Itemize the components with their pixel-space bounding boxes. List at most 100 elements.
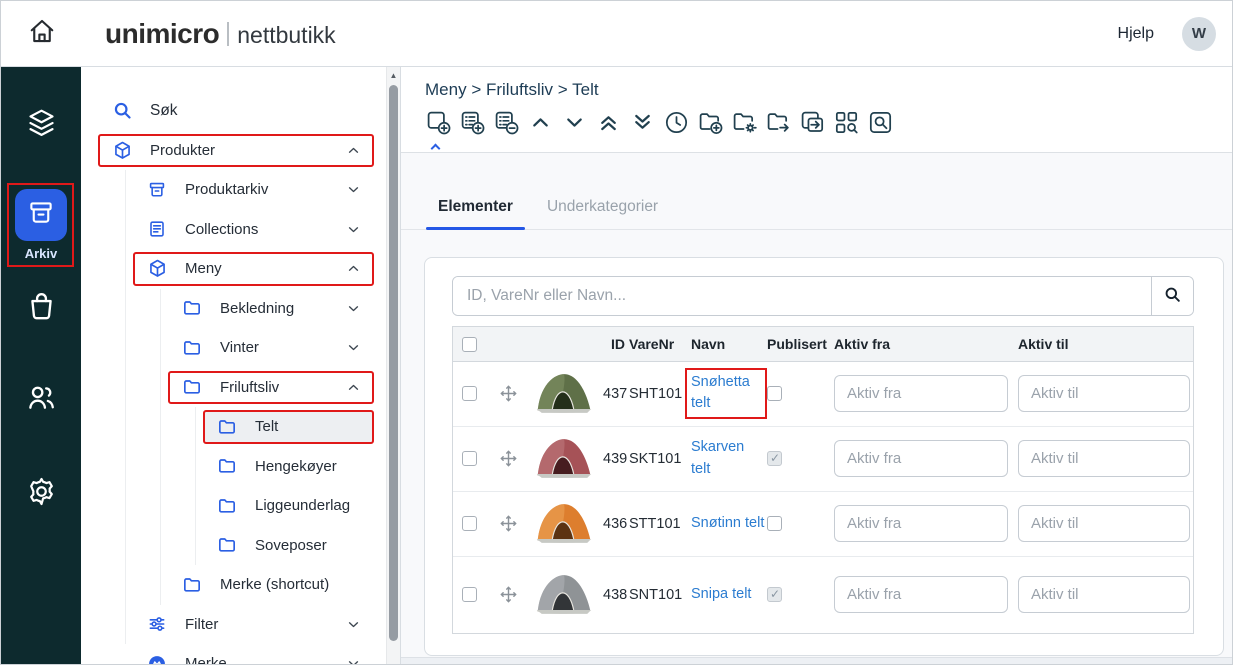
rail-item-arkiv[interactable]: Arkiv bbox=[1, 183, 81, 267]
aktiv-til-input[interactable] bbox=[1018, 375, 1190, 412]
side-rail: Arkiv bbox=[1, 67, 81, 664]
remove-list-item-button[interactable] bbox=[492, 111, 520, 139]
tree-item-meny[interactable]: Meny bbox=[81, 249, 400, 289]
chevron-up-icon[interactable] bbox=[345, 260, 362, 277]
row-checkbox[interactable] bbox=[462, 451, 477, 466]
row-checkbox[interactable] bbox=[462, 386, 477, 401]
logo: unimicro nettbutikk bbox=[105, 18, 336, 50]
move-up-button[interactable] bbox=[526, 111, 554, 139]
brand-icon bbox=[146, 654, 168, 664]
product-link[interactable]: Snøtinn telt bbox=[691, 515, 764, 531]
breadcrumb-item[interactable]: Friluftsliv bbox=[486, 80, 553, 99]
tabs-bar: Elementer Underkategorier bbox=[401, 153, 1232, 230]
publisert-checkbox[interactable] bbox=[767, 451, 782, 466]
folder-icon bbox=[216, 456, 238, 476]
home-button[interactable] bbox=[25, 17, 59, 51]
rail-item-layers[interactable] bbox=[1, 106, 81, 144]
publisert-checkbox[interactable] bbox=[767, 587, 782, 602]
aktiv-til-input[interactable] bbox=[1018, 505, 1190, 542]
scrollbar-thumb[interactable] bbox=[389, 85, 398, 641]
aktiv-fra-input[interactable] bbox=[834, 440, 1008, 477]
product-link[interactable]: Snøhetta telt bbox=[691, 374, 750, 411]
cell-id: 438 bbox=[603, 556, 629, 633]
help-link[interactable]: Hjelp bbox=[1118, 25, 1154, 43]
scroll-up-arrow[interactable]: ▲ bbox=[387, 71, 400, 80]
move-down-button[interactable] bbox=[560, 111, 588, 139]
breadcrumb-item[interactable]: Meny bbox=[425, 80, 467, 99]
aktiv-fra-input[interactable] bbox=[834, 576, 1008, 613]
preview-search-button[interactable] bbox=[866, 111, 894, 139]
tab-underkategorier[interactable]: Underkategorier bbox=[535, 198, 670, 230]
history-button[interactable] bbox=[662, 111, 690, 139]
rail-item-users[interactable] bbox=[1, 381, 81, 419]
users-icon bbox=[25, 381, 58, 419]
tree-item-merke[interactable]: Merke bbox=[81, 644, 400, 664]
active-rail-tile[interactable] bbox=[15, 189, 67, 241]
chevron-down-icon[interactable] bbox=[345, 181, 362, 198]
tree-item-produkter[interactable]: Produkter bbox=[81, 131, 400, 171]
drag-handle-icon[interactable] bbox=[487, 449, 529, 468]
rail-item-gear[interactable] bbox=[1, 475, 81, 513]
drag-handle-icon[interactable] bbox=[487, 514, 529, 533]
home-icon bbox=[27, 16, 57, 51]
col-drag bbox=[487, 327, 529, 361]
move-folder-button[interactable] bbox=[764, 111, 792, 139]
move-to-top-button[interactable] bbox=[594, 111, 622, 139]
chevron-down-icon[interactable] bbox=[345, 221, 362, 238]
tree-item-collections[interactable]: Collections bbox=[81, 210, 400, 250]
select-all-checkbox[interactable] bbox=[462, 337, 477, 352]
table-row: 439 SKT101 Skarven telt bbox=[453, 426, 1193, 491]
chevron-down-icon[interactable] bbox=[345, 300, 362, 317]
row-box bbox=[133, 647, 374, 664]
tree-item-hengek-yer[interactable]: Hengekøyer bbox=[81, 447, 400, 487]
move-down-icon bbox=[561, 109, 588, 141]
tree-item-liggeunderlag[interactable]: Liggeunderlag bbox=[81, 486, 400, 526]
add-folder-button[interactable] bbox=[696, 111, 724, 139]
row-checkbox[interactable] bbox=[462, 516, 477, 531]
aktiv-fra-input[interactable] bbox=[834, 505, 1008, 542]
add-list-item-button[interactable] bbox=[458, 111, 486, 139]
tree-item-vinter[interactable]: Vinter bbox=[81, 328, 400, 368]
product-image-tent bbox=[533, 369, 595, 418]
chevron-up-icon[interactable] bbox=[345, 379, 362, 396]
drag-handle-icon[interactable] bbox=[487, 384, 529, 403]
chevron-up-icon[interactable] bbox=[345, 142, 362, 159]
tree-item-filter[interactable]: Filter bbox=[81, 605, 400, 645]
tree-item-friluftsliv[interactable]: Friluftsliv bbox=[81, 368, 400, 408]
tree-search[interactable]: Søk bbox=[81, 91, 400, 131]
tree-item-produktarkiv[interactable]: Produktarkiv bbox=[81, 170, 400, 210]
tree-item-label: Hengekøyer bbox=[255, 458, 337, 475]
chevron-down-icon[interactable] bbox=[345, 616, 362, 633]
product-link[interactable]: Skarven telt bbox=[691, 439, 744, 476]
tree-scrollbar[interactable]: ▲ bbox=[386, 67, 400, 664]
aktiv-fra-input[interactable] bbox=[834, 375, 1008, 412]
product-link[interactable]: Snipa telt bbox=[691, 586, 751, 602]
folder-icon bbox=[216, 496, 238, 516]
chevron-down-icon[interactable] bbox=[345, 339, 362, 356]
search-input[interactable] bbox=[453, 277, 1151, 315]
breadcrumb-item[interactable]: Telt bbox=[572, 80, 598, 99]
grid-search-button[interactable] bbox=[832, 111, 860, 139]
tree-item-telt[interactable]: Telt bbox=[81, 407, 400, 447]
avatar[interactable]: W bbox=[1182, 17, 1216, 51]
aktiv-til-input[interactable] bbox=[1018, 576, 1190, 613]
drag-handle-icon[interactable] bbox=[487, 585, 529, 604]
tree-item-bekledning[interactable]: Bekledning bbox=[81, 289, 400, 329]
publisert-checkbox[interactable] bbox=[767, 386, 782, 401]
grid-search-icon bbox=[833, 109, 860, 141]
history-icon bbox=[663, 109, 690, 141]
publisert-checkbox[interactable] bbox=[767, 516, 782, 531]
search-button[interactable] bbox=[1151, 277, 1193, 315]
tab-elementer[interactable]: Elementer bbox=[426, 198, 525, 230]
chevron-down-icon[interactable] bbox=[345, 655, 362, 664]
aktiv-til-input[interactable] bbox=[1018, 440, 1190, 477]
folder-settings-button[interactable] bbox=[730, 111, 758, 139]
tree-item-soveposer[interactable]: Soveposer bbox=[81, 526, 400, 566]
rail-item-shopping-bag[interactable] bbox=[1, 289, 81, 327]
move-to-bottom-button[interactable] bbox=[628, 111, 656, 139]
add-element-button[interactable] bbox=[424, 111, 452, 139]
product-image-tent bbox=[533, 499, 595, 548]
row-checkbox[interactable] bbox=[462, 587, 477, 602]
export-folder-button[interactable] bbox=[798, 111, 826, 139]
tree-item-merke-shortcut[interactable]: Merke (shortcut) bbox=[81, 565, 400, 605]
